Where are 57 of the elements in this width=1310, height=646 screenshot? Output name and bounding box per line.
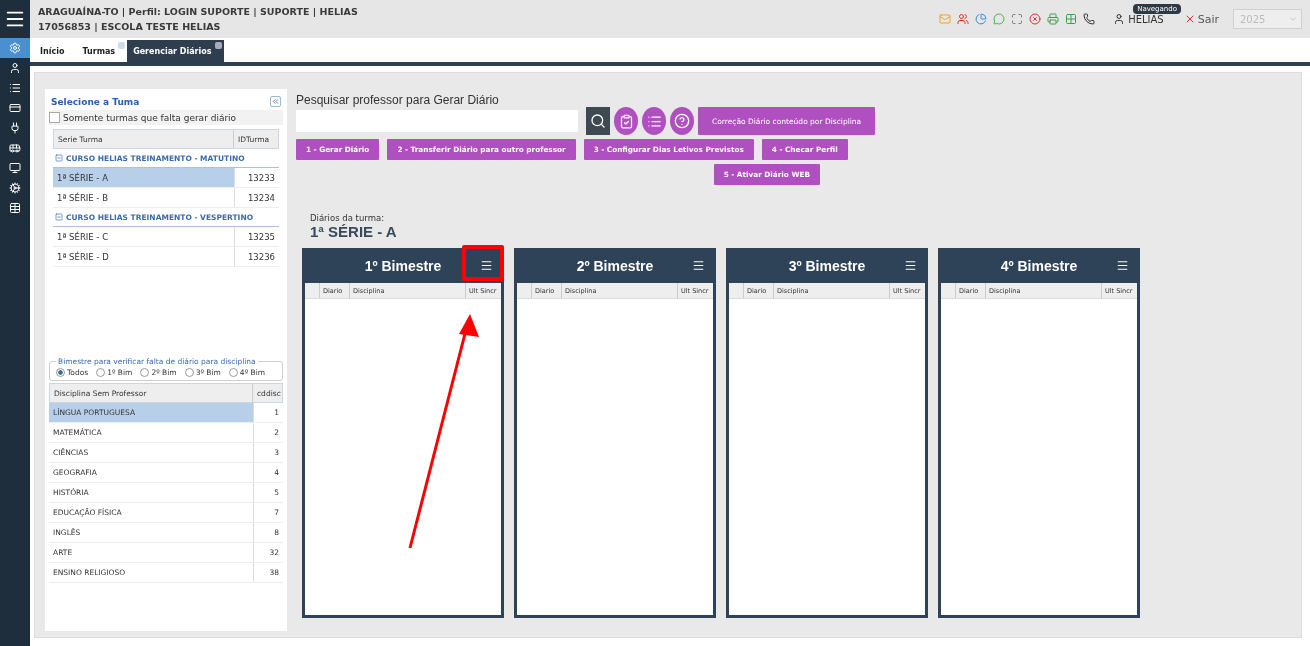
radio-button[interactable] xyxy=(228,368,238,377)
menu-icon[interactable] xyxy=(904,259,917,272)
collapse-icon[interactable] xyxy=(55,154,63,162)
panel-title: 2º Bimestre xyxy=(576,257,654,274)
tab[interactable]: Gerenciar Diários xyxy=(127,40,224,62)
search-button[interactable] xyxy=(586,107,610,135)
menu-icon[interactable] xyxy=(692,259,705,272)
header-info: ARAGUAÍNA-TO | Perfil: LOGIN SUPORTE | SUPORTE | HELIAS xyxy=(38,5,358,19)
bus-icon xyxy=(9,142,21,154)
logout-link[interactable]: Sair xyxy=(1183,12,1219,26)
menu-icon[interactable] xyxy=(1116,259,1129,272)
panel-title: Selecione a Tuma xyxy=(51,96,140,107)
people-icon[interactable] xyxy=(957,13,970,25)
caret-icon xyxy=(1288,14,1298,24)
class-name: 1ª SÉRIE - A xyxy=(310,223,398,240)
clipboard-check-icon xyxy=(618,113,634,129)
checkbox[interactable] xyxy=(49,112,60,123)
collapse-icon[interactable] xyxy=(55,213,63,221)
radio-button[interactable] xyxy=(96,368,106,377)
diaries-label: Diários da turma: xyxy=(310,213,386,223)
fullscreen-icon[interactable] xyxy=(1011,13,1024,25)
collapse-button[interactable] xyxy=(270,96,281,107)
menu-icon[interactable] xyxy=(480,259,493,272)
table-icon xyxy=(9,202,21,214)
tab[interactable]: Início xyxy=(34,40,77,62)
user-name[interactable]: HELIAS xyxy=(1128,13,1164,25)
radio-button[interactable] xyxy=(140,368,150,377)
printer-icon[interactable] xyxy=(1047,13,1060,25)
person-icon xyxy=(9,62,21,74)
search-label: Pesquisar professor para Gerar Diário xyxy=(296,93,500,107)
search-icon xyxy=(590,113,606,129)
help-icon xyxy=(674,113,690,129)
table-cell[interactable]: 1ª SÉRIE - A xyxy=(53,168,234,187)
grid-icon[interactable] xyxy=(1065,13,1078,25)
panel-title: 1º Bimestre xyxy=(364,257,442,274)
gear-icon xyxy=(9,42,21,54)
list-icon xyxy=(646,113,662,129)
plug-icon xyxy=(9,122,21,134)
panel-title: 4º Bimestre xyxy=(1000,257,1078,274)
user-icon xyxy=(1113,13,1126,25)
header-info: 17056853 | ESCOLA TESTE HELIAS xyxy=(38,20,222,34)
checkbox-label: Somente turmas que falta gerar diário xyxy=(63,112,237,123)
radio-button[interactable] xyxy=(56,368,65,377)
pie-chart-icon[interactable] xyxy=(975,13,988,25)
phone-icon[interactable] xyxy=(1083,13,1096,25)
help-button[interactable] xyxy=(670,107,694,135)
card-icon xyxy=(9,102,21,114)
tab[interactable]: Turmas xyxy=(76,40,128,62)
settings-icon xyxy=(9,182,21,194)
close-circle-icon[interactable] xyxy=(1029,13,1042,25)
chevrons-left-icon xyxy=(271,97,280,106)
list-button[interactable] xyxy=(642,107,666,135)
monitor-icon xyxy=(9,162,21,174)
panel-title: 3º Bimestre xyxy=(788,257,866,274)
radio-button[interactable] xyxy=(184,368,194,377)
clipboard-check-button[interactable] xyxy=(614,107,638,135)
list-icon xyxy=(9,82,21,94)
